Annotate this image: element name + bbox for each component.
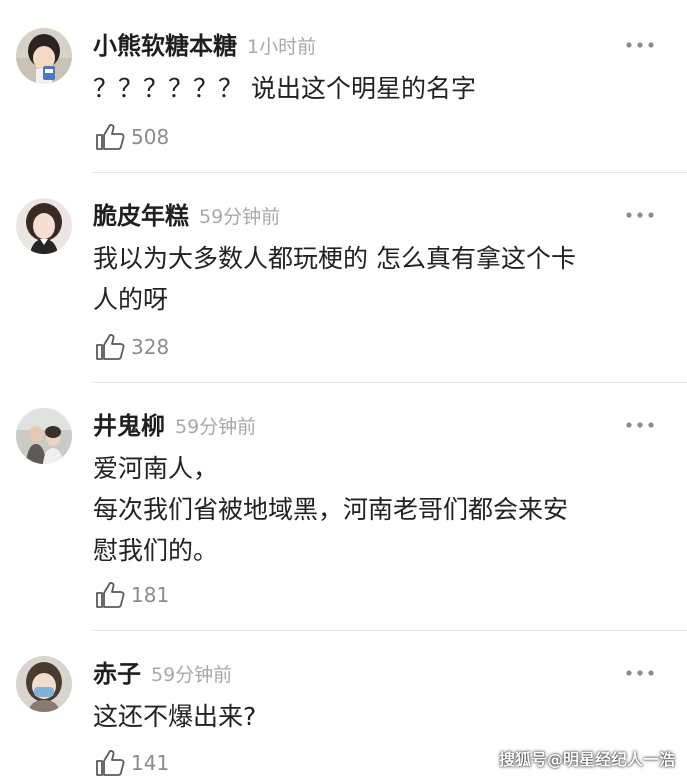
timestamp: 59分钟前	[175, 416, 257, 438]
timestamp: 59分钟前	[199, 206, 281, 228]
avatar[interactable]	[16, 408, 72, 464]
comment-text: 我以为大多数人都玩梗的 怎么真有拿这个卡 人的呀	[93, 238, 663, 320]
comment-line: 爱河南人，	[93, 454, 219, 483]
divider	[93, 382, 687, 383]
avatar[interactable]	[16, 28, 72, 84]
username-text[interactable]: 井鬼柳	[93, 412, 165, 440]
more-options-button[interactable]	[624, 38, 656, 52]
like-count: 508	[131, 125, 170, 149]
comment-text: 爱河南人， 每次我们省被地域黑，河南老哥们都会来安 慰我们的。	[93, 448, 663, 571]
like-button[interactable]: 181	[95, 580, 169, 610]
more-options-button[interactable]	[624, 666, 656, 680]
like-count: 181	[131, 583, 170, 607]
thumbs-up-icon	[96, 124, 125, 150]
username[interactable]: 井鬼柳 59分钟前	[93, 410, 256, 443]
comment-page: { "comments": [ { "username": "小熊软糖本糖", …	[0, 0, 687, 778]
username[interactable]: 脆皮年糕 59分钟前	[93, 200, 280, 233]
username-text[interactable]: 小熊软糖本糖	[93, 32, 237, 60]
comment-line: 慰我们的。	[93, 536, 219, 565]
more-dots-icon	[626, 42, 654, 48]
comment-line: 每次我们省被地域黑，河南老哥们都会来安	[93, 495, 569, 524]
more-dots-icon	[626, 212, 654, 218]
avatar[interactable]	[16, 198, 72, 254]
like-button[interactable]: 328	[95, 332, 169, 362]
like-button[interactable]: 508	[95, 122, 169, 152]
comment-line: ？？？？？？ 说出这个明星的名字	[93, 74, 476, 103]
comment-line: 人的呀	[93, 285, 169, 314]
watermark: 搜狐号@明星经纪人一浩	[498, 750, 675, 769]
divider	[93, 630, 687, 631]
timestamp: 1小时前	[247, 36, 317, 58]
thumbs-up-icon	[96, 750, 125, 776]
thumbs-up-icon	[96, 334, 125, 360]
comment-line: 我以为大多数人都玩梗的 怎么真有拿这个卡	[93, 244, 576, 273]
thumbs-up-icon	[96, 582, 125, 608]
more-options-button[interactable]	[624, 208, 656, 222]
like-count: 141	[131, 751, 170, 775]
comment-text: ？？？？？？ 说出这个明星的名字	[93, 68, 663, 109]
like-button[interactable]: 141	[95, 748, 169, 778]
username[interactable]: 小熊软糖本糖 1小时前	[93, 30, 316, 63]
timestamp: 59分钟前	[151, 664, 233, 686]
username-text[interactable]: 脆皮年糕	[93, 202, 189, 230]
more-options-button[interactable]	[624, 418, 656, 432]
avatar[interactable]	[16, 656, 72, 712]
username-text[interactable]: 赤子	[93, 660, 141, 688]
more-dots-icon	[626, 670, 654, 676]
like-count: 328	[131, 335, 170, 359]
username[interactable]: 赤子 59分钟前	[93, 658, 232, 691]
comment-line: 这还不爆出来?	[93, 702, 257, 731]
more-dots-icon	[626, 422, 654, 428]
comment-text: 这还不爆出来?	[93, 696, 663, 737]
divider	[93, 172, 687, 173]
